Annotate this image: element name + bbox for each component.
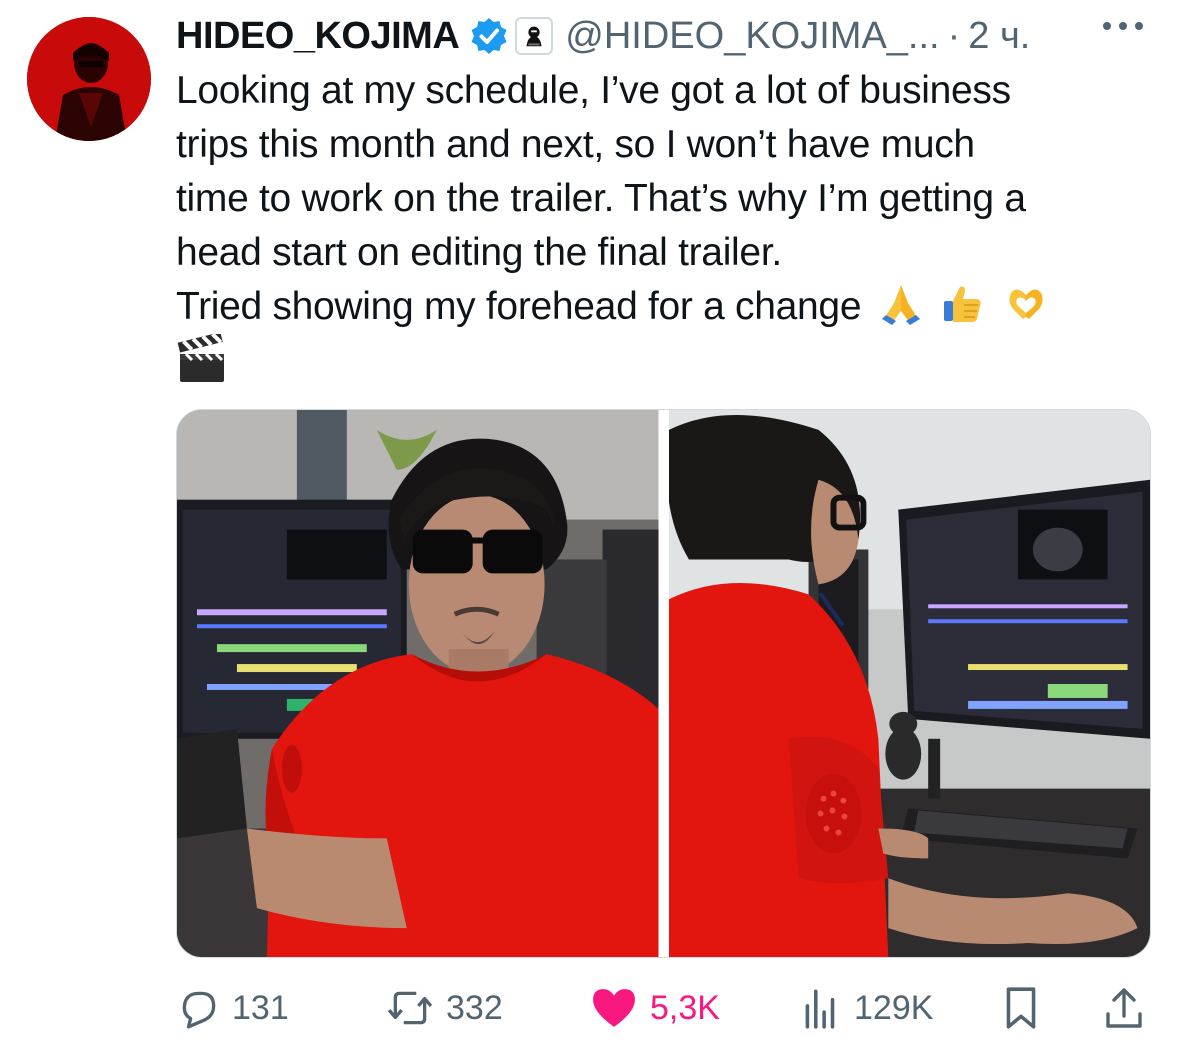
views-icon — [805, 989, 835, 1029]
reply-icon — [182, 991, 216, 1029]
tweet-text: Looking at my schedule, I’ve got a lot o… — [176, 64, 1166, 393]
like-count: 5,3K — [650, 988, 720, 1027]
views-button[interactable]: 129K — [798, 980, 933, 1036]
share-button[interactable] — [1102, 980, 1146, 1036]
folded-hands-emoji-icon — [878, 281, 924, 327]
clapper-board-emoji-icon — [176, 332, 228, 386]
share-icon — [1106, 988, 1142, 1028]
reply-button[interactable]: 131 — [176, 980, 289, 1036]
bookmark-button[interactable] — [1000, 980, 1042, 1036]
display-name[interactable]: HIDEO_KOJIMA — [176, 15, 460, 58]
thumbs-up-emoji-icon — [940, 281, 986, 327]
repost-button[interactable]: 332 — [384, 980, 503, 1036]
tweet-actions-bar: 131 332 5,3K 129K — [176, 980, 1151, 1036]
affiliate-badge-icon[interactable] — [515, 17, 554, 55]
like-button[interactable]: 5,3K — [588, 980, 720, 1036]
tweet-photo-left[interactable] — [177, 410, 659, 957]
reply-count: 131 — [232, 988, 289, 1027]
heart-hands-emoji-icon — [1003, 281, 1049, 327]
views-count: 129K — [854, 988, 934, 1027]
author-avatar[interactable] — [27, 17, 151, 141]
tweet-text-line: trips this month and next, so I won’t ha… — [176, 123, 975, 166]
tweet-text-line: Looking at my schedule, I’ve got a lot o… — [176, 69, 1011, 112]
timestamp[interactable]: 2 ч. — [968, 15, 1030, 58]
repost-icon — [387, 991, 433, 1025]
author-handle[interactable]: @HIDEO_KOJIMA_... — [565, 15, 939, 58]
tweet-photo-right[interactable] — [668, 410, 1150, 957]
separator-dot: · — [947, 14, 961, 57]
tweet-text-line: Tried showing my forehead for a change — [176, 285, 862, 328]
tweet-text-line: time to work on the trailer. That’s why … — [176, 177, 1026, 220]
tweet-text-line-with-emoji: Tried showing my forehead for a change — [176, 280, 1166, 334]
tweet-text-line: head start on editing the final trailer. — [176, 231, 782, 274]
more-options-icon[interactable] — [1103, 22, 1143, 30]
repost-count: 332 — [446, 988, 503, 1027]
verified-badge-icon[interactable] — [469, 16, 509, 56]
tweet-header: HIDEO_KOJIMA @HIDEO_KOJIMA_... · 2 ч. — [176, 8, 1151, 64]
bookmark-icon — [1006, 987, 1036, 1029]
tweet-text-line-emoji — [176, 332, 1166, 393]
heart-icon — [593, 989, 635, 1027]
tweet-media-grid — [176, 409, 1151, 958]
